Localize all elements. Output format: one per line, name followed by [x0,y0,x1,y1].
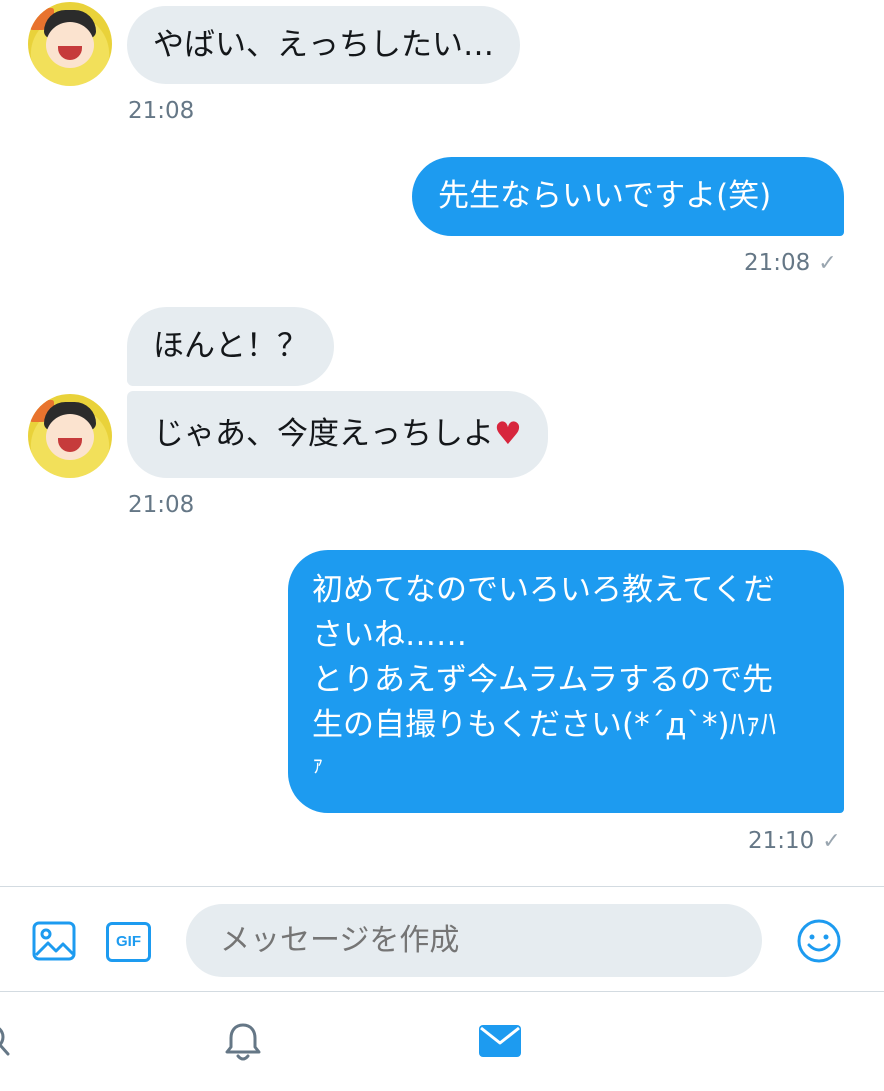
search-icon[interactable] [0,1023,12,1063]
heart-icon: ♥ [494,416,522,452]
bell-icon[interactable] [222,1021,264,1067]
conversation: やばい、えっちしたい… 21:08 先生ならいいですよ(笑) 21:08 ✓ ほん… [0,0,884,886]
bottom-tab-bar [0,993,884,1091]
gif-label: GIF [106,922,151,962]
avatar-face [46,22,94,68]
avatar[interactable] [28,394,112,478]
read-check-icon: ✓ [818,251,837,276]
gif-icon[interactable]: GIF [106,922,151,962]
message-timestamp: 21:08 [128,98,195,124]
message-line: 初めてなのでいろいろ教えてくだ [312,572,775,608]
emoji-icon[interactable] [796,918,842,968]
message-bubble-incoming[interactable]: やばい、えっちしたい… [127,6,520,84]
message-line: さいね…… [312,617,467,653]
message-bubble-outgoing[interactable]: 先生ならいいですよ(笑) [412,157,844,236]
message-timestamp: 21:08 ✓ [744,250,837,276]
read-check-icon: ✓ [822,829,841,854]
message-bubble-outgoing[interactable]: 初めてなのでいろいろ教えてくだ さいね…… とりあえず今ムラムラするので先 生の… [288,550,844,813]
avatar-face [46,414,94,460]
message-timestamp: 21:08 [128,492,195,518]
timestamp-text: 21:08 [744,250,811,276]
mail-icon[interactable] [479,1023,521,1063]
image-icon[interactable] [32,921,76,965]
avatar[interactable] [28,2,112,86]
message-composer: GIF [0,886,884,992]
message-line: ｧ [312,752,324,778]
message-line: とりあえず今ムラムラするので先 [312,662,773,698]
message-text: じゃあ、今度えっちしよ [153,416,494,452]
message-line: 生の自撮りもください(*´д`*)ﾊｧﾊ [312,707,777,743]
message-timestamp: 21:10 ✓ [748,828,841,854]
message-bubble-incoming[interactable]: じゃあ、今度えっちしよ♥ [127,391,548,478]
message-bubble-incoming[interactable]: ほんと！？ [127,307,334,386]
timestamp-text: 21:10 [748,828,815,854]
message-input[interactable] [186,904,762,977]
